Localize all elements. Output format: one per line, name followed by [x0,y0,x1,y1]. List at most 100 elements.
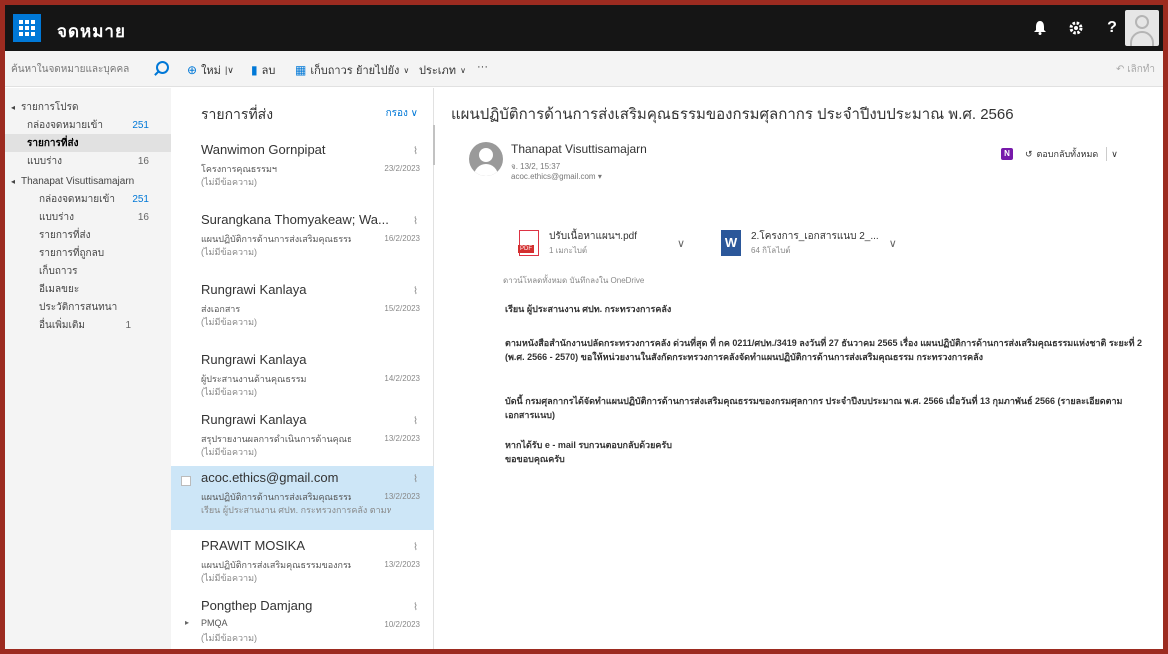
folder-count: 1 [125,319,131,331]
folder-favorite-sent[interactable]: รายการที่ส่ง [5,134,171,152]
select-checkbox[interactable] [181,476,191,486]
message-preview: (ไม่มีข้อความ) [201,387,258,397]
delete-label: ลบ [261,65,276,77]
reply-all-button[interactable]: ↺ ตอบกลับทั้งหมด ∨ [1025,144,1118,164]
folder-conversation-history[interactable]: ประวัติการสนทนา [5,298,171,316]
search-icon[interactable] [153,61,169,77]
collapse-caret-icon[interactable]: ◂ [11,103,15,112]
chevron-down-icon[interactable]: ∨ [889,237,897,250]
pdf-file-icon: PDF [518,230,539,256]
settings-gear-icon[interactable] [1059,5,1093,51]
message-preview: (ไม่มีข้อความ) [201,177,258,187]
message-from: Rungrawi Kanlaya [201,412,307,427]
folder-label: รายการที่ส่ง [27,137,79,149]
attachment-icon: ⌇ [413,602,418,613]
message-from: acoc.ethics@gmail.com [201,470,339,485]
message-from: Wanwimon Gornpipat [201,142,326,157]
message-item-selected[interactable]: acoc.ethics@gmail.com ⌇ แผนปฏิบัติการด้า… [171,466,434,530]
list-title: รายการที่ส่ง [201,106,274,122]
attachment-name: ปรับเนื้อหาแผนฯ.pdf [549,231,637,242]
message-from: Rungrawi Kanlaya [201,352,307,367]
message-item[interactable]: Rungrawi Kanlaya ⌇ ส่งเอกสาร 15/2/2023 (… [171,278,434,348]
archive-icon: ▦ [295,63,307,77]
message-subject: โครงการคุณธรรมฯ [201,164,277,174]
folder-more[interactable]: อื่นเพิ่มเติม 1 [5,316,171,334]
attachment-size: 1 เมกะไบต์ [549,246,588,255]
email-greeting: เรียน ผู้ประสานงาน ศปท. กระทรวงการคลัง [505,304,672,314]
folder-sent[interactable]: รายการที่ส่ง [5,226,171,244]
app-launcher-button[interactable] [13,14,41,42]
message-item[interactable]: Wanwimon Gornpipat ⌇ โครงการคุณธรรมฯ 23/… [171,138,434,208]
categories-label: ประเภท [419,65,457,77]
recipient-email[interactable]: acoc.ethics@gmail.com ▾ [511,172,602,181]
undo-button[interactable]: ↶ เลิกทำ [1116,62,1155,77]
chevron-down-icon[interactable]: |∨ [225,65,234,76]
onenote-icon[interactable]: N [1001,148,1013,160]
move-to-button[interactable]: ย้ายไปยัง ∨ [356,61,409,79]
sender-name[interactable]: Thanapat Visuttisamajarn [511,142,647,156]
folder-favorite-inbox[interactable]: กล่องจดหมายเข้า 251 [5,116,171,134]
message-subject: แผนปฏิบัติการด้านการส่งเสริมคุณธรรม [201,234,351,244]
message-list: รายการที่ส่ง กรอง ∨ Wanwimon Gornpipat ⌇… [171,88,434,649]
reply-all-icon: ↺ [1025,148,1033,159]
more-commands-button[interactable]: ··· [477,61,488,73]
expand-thread-icon[interactable]: ▸ [185,618,189,627]
folder-label: รายการที่ส่ง [39,229,91,241]
top-bar: จดหมาย ? [5,5,1163,51]
plus-icon: ⊕ [187,63,198,77]
user-avatar[interactable] [1125,10,1159,46]
search-input[interactable]: ค้นหาในจดหมายและบุคคล [11,62,153,77]
attachment-name: 2.โครงการ_เอกสารแนบ 2_... [751,231,879,242]
outlook-window: จดหมาย ? ค้นหาในจดหมายและบุคคล ⊕ ใหม่ |∨… [5,5,1163,649]
folder-label: แบบร่าง [39,211,75,223]
folder-label: กล่องจดหมายเข้า [27,119,103,131]
message-item[interactable]: Pongthep Damjang ⌇ ▸ PMQA 10/2/2023 (ไม่… [171,594,434,649]
account-group[interactable]: ◂ Thanapat Visuttisamajarn [5,172,171,190]
filter-button[interactable]: กรอง ∨ [386,106,418,121]
message-date: 15/2/2023 [384,304,420,313]
message-from: PRAWIT MOSIKA [201,538,306,553]
move-to-label: ย้ายไปยัง [356,65,400,77]
reply-all-label: ตอบกลับทั้งหมด [1036,149,1099,159]
favorites-group[interactable]: ◂ รายการโปรด [5,98,171,116]
categories-button[interactable]: ประเภท ∨ [419,61,466,79]
attachment-actions[interactable]: ดาวน์โหลดทั้งหมด บันทึกลงใน OneDrive [503,274,644,287]
attachment-word[interactable]: W 2.โครงการ_เอกสารแนบ 2_... 64 กิโลไบต์ … [721,222,897,264]
message-item[interactable]: Surangkana Thomyakeaw; Wa... ⌇ แผนปฏิบัต… [171,208,434,278]
new-label: ใหม่ [201,65,221,77]
message-preview: (ไม่มีข้อความ) [201,247,258,257]
message-subject: แผนปฏิบัติการด้านการส่งเสริมคุณธรรม [201,492,351,502]
unread-count: 251 [132,193,149,205]
chevron-down-icon[interactable]: ∨ [677,237,685,250]
folder-label: อื่นเพิ่มเติม [39,319,85,331]
chevron-down-icon[interactable]: ∨ [1111,149,1118,160]
folder-label: แบบร่าง [27,155,63,167]
archive-button[interactable]: ▦ เก็บถาวร [295,61,353,79]
message-preview: (ไม่มีข้อความ) [201,633,258,643]
folder-junk[interactable]: อีเมลขยะ [5,280,171,298]
message-date: 23/2/2023 [384,164,420,173]
unread-count: 251 [132,119,149,131]
message-subject: PMQA [201,618,228,628]
collapse-caret-icon[interactable]: ◂ [11,177,15,186]
sender-avatar [469,142,503,176]
message-from: Pongthep Damjang [201,598,313,613]
folder-archive[interactable]: เก็บถาวร [5,262,171,280]
search-box[interactable]: ค้นหาในจดหมายและบุคคล [11,57,169,81]
notifications-bell-icon[interactable] [1023,5,1057,51]
folder-inbox[interactable]: กล่องจดหมายเข้า 251 [5,190,171,208]
attachment-pdf[interactable]: PDF ปรับเนื้อหาแผนฯ.pdf 1 เมกะไบต์ ∨ [518,222,685,264]
message-preview: (ไม่มีข้อความ) [201,447,258,457]
folder-deleted[interactable]: รายการที่ถูกลบ [5,244,171,262]
folder-drafts[interactable]: แบบร่าง 16 [5,208,171,226]
draft-count: 16 [137,155,149,167]
folder-favorite-drafts[interactable]: แบบร่าง 16 [5,152,171,170]
folder-label: อีเมลขยะ [39,283,80,295]
chevron-down-icon: ∨ [410,108,418,119]
email-paragraph-2: บัดนี้ กรมศุลกากรได้จัดทำแผนปฏิบัติการด้… [505,396,1123,420]
help-icon[interactable]: ? [1095,5,1129,51]
new-button[interactable]: ⊕ ใหม่ |∨ [187,61,234,79]
attachment-icon: ⌇ [413,474,418,485]
message-date: 16/2/2023 [384,234,420,243]
delete-button[interactable]: ▮ ลบ [251,61,275,79]
